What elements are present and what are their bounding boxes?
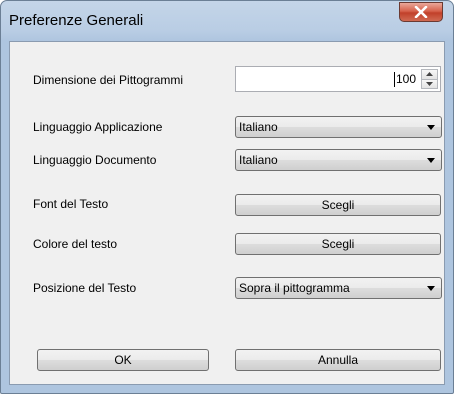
choose-color-button[interactable]: Scegli <box>235 233 441 255</box>
app-language-value: Italiano <box>239 120 278 134</box>
text-position-value: Sopra il pittogramma <box>239 281 350 295</box>
spin-arrows <box>421 69 438 89</box>
chevron-down-icon <box>427 125 435 130</box>
chevron-down-icon <box>427 286 435 291</box>
text-position-label: Posizione del Testo <box>33 281 137 295</box>
ok-button[interactable]: OK <box>37 349 209 371</box>
arrow-down-icon <box>426 81 433 86</box>
spin-down-button[interactable] <box>421 79 438 89</box>
choose-font-button[interactable]: Scegli <box>235 194 441 216</box>
text-font-label: Font del Testo <box>33 197 109 211</box>
spin-up-button[interactable] <box>421 69 438 80</box>
pictogram-size-value[interactable]: 100 <box>396 72 416 86</box>
cancel-button[interactable]: Annulla <box>235 349 441 371</box>
text-color-label: Colore del testo <box>33 237 118 251</box>
text-caret <box>394 72 395 87</box>
dialog-window: Preferenze Generali Dimensione dei Pitto… <box>0 0 454 394</box>
title-bar[interactable]: Preferenze Generali <box>1 1 453 41</box>
close-button[interactable] <box>399 2 443 22</box>
doc-language-select[interactable]: Italiano <box>235 149 442 171</box>
doc-language-value: Italiano <box>239 153 278 167</box>
pictogram-size-label: Dimensione dei Pittogrammi <box>33 73 184 87</box>
window-title: Preferenze Generali <box>9 12 144 29</box>
arrow-up-icon <box>426 72 433 77</box>
app-language-select[interactable]: Italiano <box>235 116 442 138</box>
text-position-select[interactable]: Sopra il pittogramma <box>235 277 442 299</box>
close-icon <box>414 6 428 18</box>
doc-language-label: Linguaggio Documento <box>33 153 157 167</box>
chevron-down-icon <box>427 158 435 163</box>
dialog-body: Dimensione dei Pittogrammi 100 Linguaggi… <box>9 41 445 385</box>
app-language-label: Linguaggio Applicazione <box>33 120 163 134</box>
pictogram-size-spinbox[interactable]: 100 <box>235 66 441 92</box>
